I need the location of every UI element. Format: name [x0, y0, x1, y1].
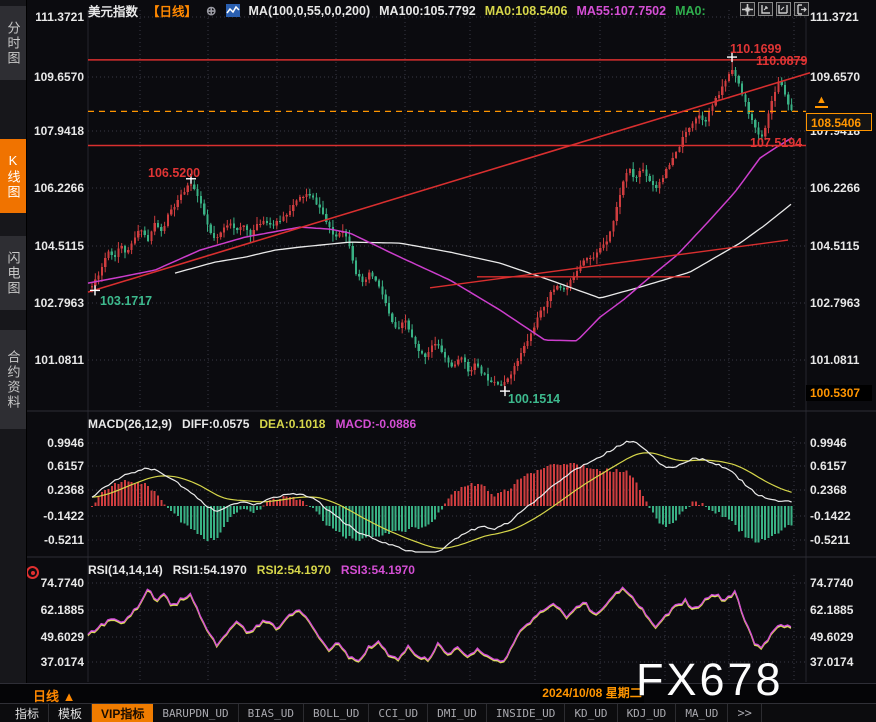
rsi1-value: RSI1:54.1970 — [173, 563, 247, 577]
mini-chart-icon — [226, 4, 240, 17]
rsi-params: RSI(14,14,14) — [88, 563, 163, 577]
left-axis-icon[interactable] — [758, 2, 773, 16]
y-axis-label-left: 101.0811 — [28, 352, 84, 368]
sidebar: 分时图 K线图 闪电图 合约资料 — [0, 0, 27, 683]
low-price-tag: 100.5307 — [806, 385, 872, 401]
y-axis-label-right: 106.2266 — [810, 180, 874, 196]
y-axis-label-left: 104.5115 — [28, 238, 84, 254]
y-axis-label-left: 106.2266 — [28, 180, 84, 196]
y-axis-label-left: 0.2368 — [28, 482, 84, 498]
toolbar-item-10[interactable]: KD_UD — [565, 704, 617, 722]
chart-canvas[interactable] — [26, 0, 876, 682]
toolbar-item-4[interactable]: BARUPDN_UD — [153, 704, 238, 722]
y-axis-label-left: 49.6029 — [28, 629, 84, 645]
right-axis-icon[interactable] — [776, 2, 791, 16]
toolbar-item-2[interactable]: 模板 — [49, 704, 92, 722]
price-annotation: 110.0879 — [756, 54, 807, 68]
y-axis-label-right: 101.0811 — [810, 352, 874, 368]
y-axis-label-right: 0.6157 — [810, 458, 874, 474]
y-axis-label-right: 49.6029 — [810, 629, 874, 645]
macd-header: MACD(26,12,9) DIFF:0.0575 DEA:0.1018 MAC… — [88, 417, 416, 431]
macd-diff-value: DIFF:0.0575 — [182, 417, 249, 431]
y-axis-label-right: 0.2368 — [810, 482, 874, 498]
rsi2-value: RSI2:54.1970 — [257, 563, 331, 577]
y-axis-label-right: 0.9946 — [810, 435, 874, 451]
y-axis-label-right: 109.6570 — [810, 69, 874, 85]
y-axis-label-left: 0.6157 — [28, 458, 84, 474]
price-alert-arrow-icon[interactable]: ▲ — [815, 95, 828, 108]
ma55-value: MA55:107.7502 — [576, 4, 666, 18]
y-axis-label-right: 74.7740 — [810, 575, 874, 591]
sidebar-tab-contract-info[interactable]: 合约资料 — [0, 330, 26, 429]
ma0b-value: MA0: — [675, 4, 706, 18]
chart-toolbar-icons — [740, 2, 809, 16]
crosshair-move-icon[interactable] — [740, 2, 755, 16]
y-axis-label-right: 104.5115 — [810, 238, 874, 254]
y-axis-label-left: -0.5211 — [28, 532, 84, 548]
anchor-icon: ⊕ — [206, 3, 216, 18]
macd-dea-value: DEA:0.1018 — [259, 417, 325, 431]
macd-params: MACD(26,12,9) — [88, 417, 172, 431]
macd-hist-value: MACD:-0.0886 — [335, 417, 416, 431]
y-axis-label-right: 111.3721 — [810, 9, 874, 25]
current-price-tag: 108.5406 — [806, 113, 872, 131]
toolbar-item-11[interactable]: KDJ_UD — [618, 704, 677, 722]
price-annotation: 103.1717 — [100, 294, 152, 308]
selected-date-badge: 2024/10/08 星期二 — [540, 684, 644, 703]
y-axis-label-left: 102.7963 — [28, 295, 84, 311]
y-axis-label-left: 111.3721 — [28, 9, 84, 25]
y-axis-label-right: -0.1422 — [810, 508, 874, 524]
y-axis-label-left: 107.9418 — [28, 123, 84, 139]
price-annotation: 107.5194 — [750, 136, 802, 150]
toolbar-item-9[interactable]: INSIDE_UD — [487, 704, 566, 722]
toolbar-item-5[interactable]: BIAS_UD — [239, 704, 304, 722]
sidebar-tab-kline[interactable]: K线图 — [0, 139, 26, 213]
y-axis-label-right: -0.5211 — [810, 532, 874, 548]
toolbar-item-7[interactable]: CCI_UD — [369, 704, 428, 722]
y-axis-label-left: 109.6570 — [28, 69, 84, 85]
exit-pane-icon[interactable] — [794, 2, 809, 16]
sidebar-tab-lightning[interactable]: 闪电图 — [0, 236, 26, 310]
rsi3-value: RSI3:54.1970 — [341, 563, 415, 577]
symbol-name: 美元指数 — [88, 1, 138, 20]
rsi-header: RSI(14,14,14) RSI1:54.1970 RSI2:54.1970 … — [88, 563, 415, 577]
sidebar-tab-timeshare[interactable]: 分时图 — [0, 6, 26, 80]
chart-header: 美元指数 【日线】 ⊕ MA(100,0,55,0,0,200) MA100:1… — [88, 2, 706, 19]
toolbar-item-6[interactable]: BOLL_UD — [304, 704, 369, 722]
y-axis-label-right: 102.7963 — [810, 295, 874, 311]
toolbar-item-13[interactable]: >> — [728, 704, 761, 722]
toolbar-item-1[interactable]: 指标 — [6, 704, 49, 722]
ma100-value: MA100:105.7792 — [379, 4, 476, 18]
price-annotation: 100.1514 — [508, 392, 560, 406]
chart-application: 分时图 K线图 闪电图 合约资料 美元指数 【日线】 ⊕ MA(100,0,55… — [0, 0, 876, 722]
record-dot-icon[interactable] — [26, 566, 39, 579]
toolbar-item-12[interactable]: MA_UD — [676, 704, 728, 722]
price-annotation: 106.5200 — [148, 166, 200, 180]
y-axis-label-left: 37.0174 — [28, 654, 84, 670]
y-axis-label-right: 62.1885 — [810, 602, 874, 618]
toolbar-item-3[interactable]: VIP指标 — [92, 704, 153, 722]
ma0-value: MA0:108.5406 — [485, 4, 568, 18]
y-axis-label-right: 37.0174 — [810, 654, 874, 670]
time-axis-row: 日线 ▲ 2024/10/08 星期二 — [0, 683, 876, 704]
y-axis-label-left: -0.1422 — [28, 508, 84, 524]
ma-settings: MA(100,0,55,0,0,200) — [249, 4, 371, 18]
indicator-toolbar: 指标模板VIP指标BARUPDN_UDBIAS_UDBOLL_UDCCI_UDD… — [0, 703, 876, 722]
y-axis-label-left: 0.9946 — [28, 435, 84, 451]
toolbar-item-8[interactable]: DMI_UD — [428, 704, 487, 722]
y-axis-label-left: 62.1885 — [28, 602, 84, 618]
period-badge[interactable]: 【日线】 — [147, 1, 197, 20]
